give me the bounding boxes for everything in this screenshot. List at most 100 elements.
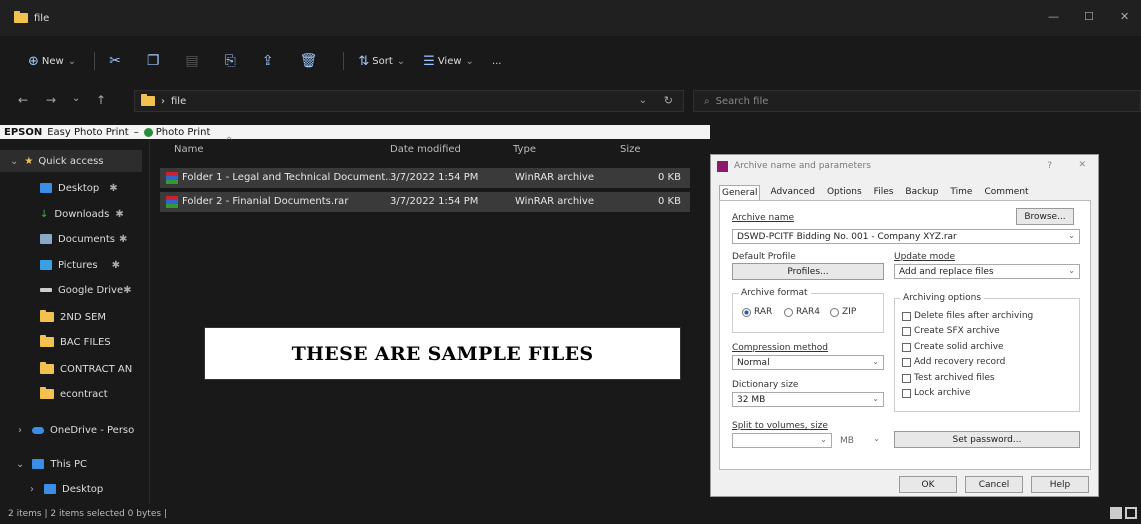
default-profile-label: Default Profile [732,252,796,262]
back-icon[interactable]: ← [18,93,28,107]
download-icon: ↓ [40,208,49,220]
sidebar-item-quick-access[interactable]: ⌄ ★ Quick access [0,150,142,172]
add-recovery-checkbox[interactable]: Add recovery record [902,357,1005,367]
minimize-icon[interactable]: — [1048,10,1059,23]
format-rar-radio[interactable]: RAR [742,307,772,317]
tab-general[interactable]: General [719,185,761,200]
tab-files[interactable]: Files [872,185,896,200]
sidebar-item-this-pc[interactable]: ⌄ This PC [0,453,87,475]
cancel-button[interactable]: Cancel [965,476,1023,493]
delete-icon[interactable]: 🗑 [300,53,318,69]
sidebar-item-pc-desktop[interactable]: › Desktop [0,478,103,500]
documents-icon [40,234,52,244]
test-archived-checkbox[interactable]: Test archived files [902,373,995,383]
sidebar-item-2nd-sem[interactable]: 2ND SEM [0,306,106,328]
column-header-date[interactable]: Date modified [390,144,461,155]
help-icon[interactable]: ? [1047,161,1052,171]
address-bar[interactable]: › file ⌄ ↻ [134,90,684,112]
sidebar-item-google-drive[interactable]: Google Drive ✱ [0,279,132,301]
dialog-tabs: General Advanced Options Files Backup Ti… [719,185,1031,200]
lock-archive-checkbox[interactable]: Lock archive [902,388,970,398]
tab-advanced[interactable]: Advanced [768,185,816,200]
sidebar-item-contract[interactable]: CONTRACT AN [0,358,132,380]
tab-backup[interactable]: Backup [903,185,940,200]
table-row[interactable]: Folder 2 - Finanial Documents.rar 3/7/20… [160,192,690,212]
star-icon: ★ [24,155,34,167]
close-icon[interactable]: ✕ [1078,160,1086,170]
status-bar: 2 items | 2 items selected 0 bytes | [0,504,1141,524]
split-size-input[interactable]: ⌄ [732,433,832,448]
update-mode-select[interactable]: Add and replace files ⌄ [894,264,1080,279]
archive-name-field[interactable]: DSWD-PCITF Bidding No. 001 - Company XYZ… [732,229,1080,244]
chevron-down-icon: ⌄ [820,435,827,444]
sidebar-item-pictures[interactable]: Pictures ✱ [0,254,120,276]
status-text: 2 items | 2 items selected 0 bytes | [8,509,167,519]
forward-icon[interactable]: → [46,93,56,107]
sidebar-item-onedrive[interactable]: › OneDrive - Perso [0,419,134,441]
more-button[interactable]: ... [492,56,502,67]
ok-button[interactable]: OK [899,476,957,493]
help-button[interactable]: Help [1031,476,1089,493]
copy-icon[interactable]: ❐ [147,53,160,69]
dialog-title-bar: Archive name and parameters ? ✕ [711,155,1098,177]
search-input[interactable]: ⌕ Search file [693,90,1141,112]
maximize-icon[interactable]: ☐ [1084,10,1094,23]
column-header-type[interactable]: Type [513,144,536,155]
up-icon[interactable]: ↑ [96,93,106,107]
format-rar4-radio[interactable]: RAR4 [784,307,820,317]
column-header-name[interactable]: Name [174,144,204,155]
format-zip-radio[interactable]: ZIP [830,307,856,317]
chevron-down-icon: ⌄ [1068,266,1075,275]
dictionary-size-label: Dictionary size [732,380,799,390]
table-row[interactable]: Folder 1 - Legal and Technical Document.… [160,168,690,188]
pin-icon: ✱ [111,259,120,271]
create-sfx-checkbox[interactable]: Create SFX archive [902,326,1000,336]
command-bar: ⊕ New ⌄ ✂ ❐ ▤ ⎘ ⇪ 🗑 ⇅ Sort ⌄ ☰ View ⌄ ... [0,48,1141,74]
view-button[interactable]: ☰ View ⌄ [423,54,474,69]
set-password-button[interactable]: Set password... [894,431,1080,448]
compression-method-select[interactable]: Normal ⌄ [732,355,884,370]
file-explorer-window: file — ☐ ✕ ⊕ New ⌄ ✂ ❐ ▤ ⎘ ⇪ 🗑 ⇅ Sort ⌄ ☰ Vie… [0,0,1141,524]
create-solid-checkbox[interactable]: Create solid archive [902,342,1004,352]
refresh-icon[interactable]: ↻ [664,94,673,107]
cut-icon[interactable]: ✂ [109,53,121,69]
epson-toolbar: EPSON Easy Photo Print – Photo Print [0,125,710,139]
share-icon[interactable]: ⇪ [262,53,274,69]
close-icon[interactable]: ✕ [1120,10,1129,23]
sidebar-item-desktop[interactable]: Desktop ✱ [0,177,118,199]
tab-time[interactable]: Time [948,185,974,200]
archiving-options-label: Archiving options [900,293,985,303]
dictionary-size-select[interactable]: 32 MB ⌄ [732,392,884,407]
rename-icon[interactable]: ⎘ [225,53,236,69]
browse-button[interactable]: Browse... [1016,208,1074,225]
computer-icon [32,459,45,469]
sidebar-item-bac-files[interactable]: BAC FILES [0,331,111,353]
column-header-size[interactable]: Size [620,144,641,155]
divider [94,52,96,70]
winrar-icon [166,196,178,208]
cloud-icon [32,426,44,434]
archive-format-label: Archive format [738,288,811,298]
sidebar-item-econtract[interactable]: econtract [0,383,108,405]
sidebar-item-downloads[interactable]: ↓ Downloads ✱ [0,203,124,225]
split-volumes-label: Split to volumes, size [732,421,828,431]
tab-comment[interactable]: Comment [982,185,1030,200]
photo-print-button[interactable]: Photo Print [156,127,211,138]
epson-app-button[interactable]: Easy Photo Print [47,127,128,138]
window-title: file [34,12,50,24]
new-button[interactable]: ⊕ New ⌄ [28,54,76,69]
tab-options[interactable]: Options [825,185,864,200]
details-view-icon[interactable] [1110,507,1122,519]
delete-files-checkbox[interactable]: Delete files after archiving [902,311,1033,321]
profiles-button[interactable]: Profiles... [732,263,884,280]
winrar-icon [717,160,728,172]
sort-button[interactable]: ⇅ Sort ⌄ [358,54,405,69]
tiles-view-icon[interactable] [1125,507,1137,519]
paste-icon[interactable]: ▤ [185,53,198,69]
file-list: Name ^ Date modified Type Size Folder 1 … [150,136,710,504]
chevron-down-icon[interactable]: ⌄ [639,95,647,106]
breadcrumb[interactable]: file [171,96,186,107]
sidebar-item-documents[interactable]: Documents ✱ [0,228,127,250]
split-unit-select[interactable]: MB ⌄ [836,433,884,448]
recent-dropdown-icon[interactable]: ⌄ [72,93,80,104]
